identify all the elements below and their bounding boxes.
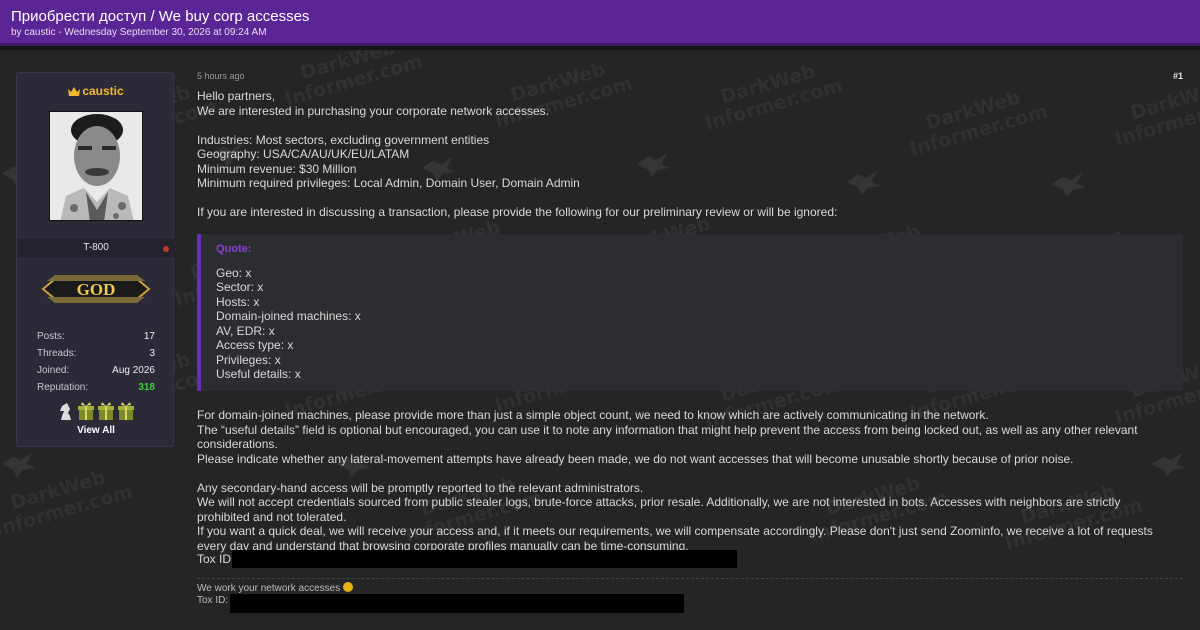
- post-container: DarkWeb Informer.com DarkWeb Informer.com …: [0, 46, 1200, 630]
- criteria-industries: Industries: Most sectors, excluding gove…: [197, 132, 490, 147]
- quote-line: Domain-joined machines: x: [216, 309, 361, 323]
- signature-line: We work your network accesses: [197, 582, 354, 594]
- rank-banner-graphic: GOD: [41, 275, 151, 303]
- quote-line: Sector: x: [216, 280, 264, 294]
- thread-header: Приобрести доступ / We buy corp accesses…: [0, 0, 1200, 46]
- criteria-privileges: Minimum required privileges: Local Admin…: [197, 176, 580, 190]
- avatar-portrait-image: [50, 112, 142, 220]
- chess-knight-award-icon[interactable]: [57, 401, 75, 421]
- gift-award-icon[interactable]: [77, 401, 95, 421]
- stat-threads: Threads: 3: [37, 348, 155, 359]
- post-intro: We are interested in purchasing your cor…: [197, 103, 549, 118]
- stat-reputation: Reputation: 318: [37, 382, 155, 393]
- signature-divider: [197, 578, 1183, 579]
- note-useful-details: The “useful details” field is optional b…: [197, 422, 1138, 452]
- username[interactable]: caustic: [17, 84, 175, 98]
- criteria-revenue: Minimum revenue: $30 Million: [197, 161, 357, 176]
- stat-joined: Joined: Aug 2026: [37, 365, 155, 376]
- quote-line: Privileges: x: [216, 352, 281, 367]
- quote-line: Geo: x: [216, 265, 252, 280]
- rule-quick-deal: If you want a quick deal, we will receiv…: [197, 524, 1153, 553]
- stat-posts: Posts: 17: [37, 331, 155, 342]
- wink-smiley-icon: [343, 582, 354, 592]
- thread-meta: by caustic - Wednesday September 30, 202…: [11, 27, 267, 38]
- note-domain-machines: For domain-joined machines, please provi…: [197, 408, 989, 422]
- thread-title: Приобрести доступ / We buy corp accesses: [11, 8, 310, 25]
- signature-tox-label: Tox ID:: [197, 595, 229, 606]
- quote-line: Access type: x: [216, 338, 294, 352]
- user-card: caustic T-800 GOD Posts: 17 Threads: 3 J…: [16, 72, 175, 447]
- note-lateral-movement: Please indicate whether any lateral-move…: [197, 451, 1074, 466]
- offline-status-dot: [163, 246, 169, 252]
- post-number-link[interactable]: #1: [1173, 71, 1183, 81]
- award-icons: [57, 401, 137, 423]
- quote-line: Hosts: x: [216, 294, 260, 309]
- quote-line: Useful details: x: [216, 367, 301, 381]
- watermark-text: DarkWebInformer.com: [0, 466, 136, 541]
- redacted-tox-id: [232, 550, 737, 568]
- view-all-awards-link[interactable]: View All: [17, 425, 175, 436]
- user-title: T-800: [83, 242, 109, 253]
- gift-award-icon[interactable]: [117, 401, 135, 421]
- tox-id-label: Tox ID:: [197, 552, 235, 566]
- avatar[interactable]: [49, 111, 143, 221]
- redacted-signature-tox-id: [230, 594, 684, 613]
- post-body-top: Hello partners, We are interested in pur…: [197, 89, 1172, 220]
- rank-label: GOD: [77, 280, 116, 299]
- user-stats: Posts: 17 Threads: 3 Joined: Aug 2026 Re…: [37, 328, 155, 396]
- quote-line: AV, EDR: x: [216, 323, 275, 338]
- rule-credentials: We will not accept credentials sourced f…: [197, 495, 1121, 524]
- watermark-bird-icon: [1, 452, 37, 478]
- quote-label: Quote:: [216, 243, 252, 255]
- post-greeting: Hello partners,: [197, 89, 276, 103]
- quote-block: Quote: Geo: x Sector: x Hosts: x Domain-…: [197, 234, 1183, 391]
- rank-badge: GOD: [39, 269, 153, 309]
- gift-award-icon[interactable]: [97, 401, 115, 421]
- post-body-bottom: For domain-joined machines, please provi…: [197, 408, 1172, 553]
- crown-icon: [68, 87, 81, 96]
- post-request: If you are interested in discussing a tr…: [197, 205, 838, 219]
- criteria-geography: Geography: USA/CA/AU/UK/EU/LATAM: [197, 147, 410, 161]
- rule-secondary-hand: Any secondary-hand access will be prompt…: [197, 480, 644, 495]
- post-timestamp[interactable]: 5 hours ago: [197, 71, 245, 81]
